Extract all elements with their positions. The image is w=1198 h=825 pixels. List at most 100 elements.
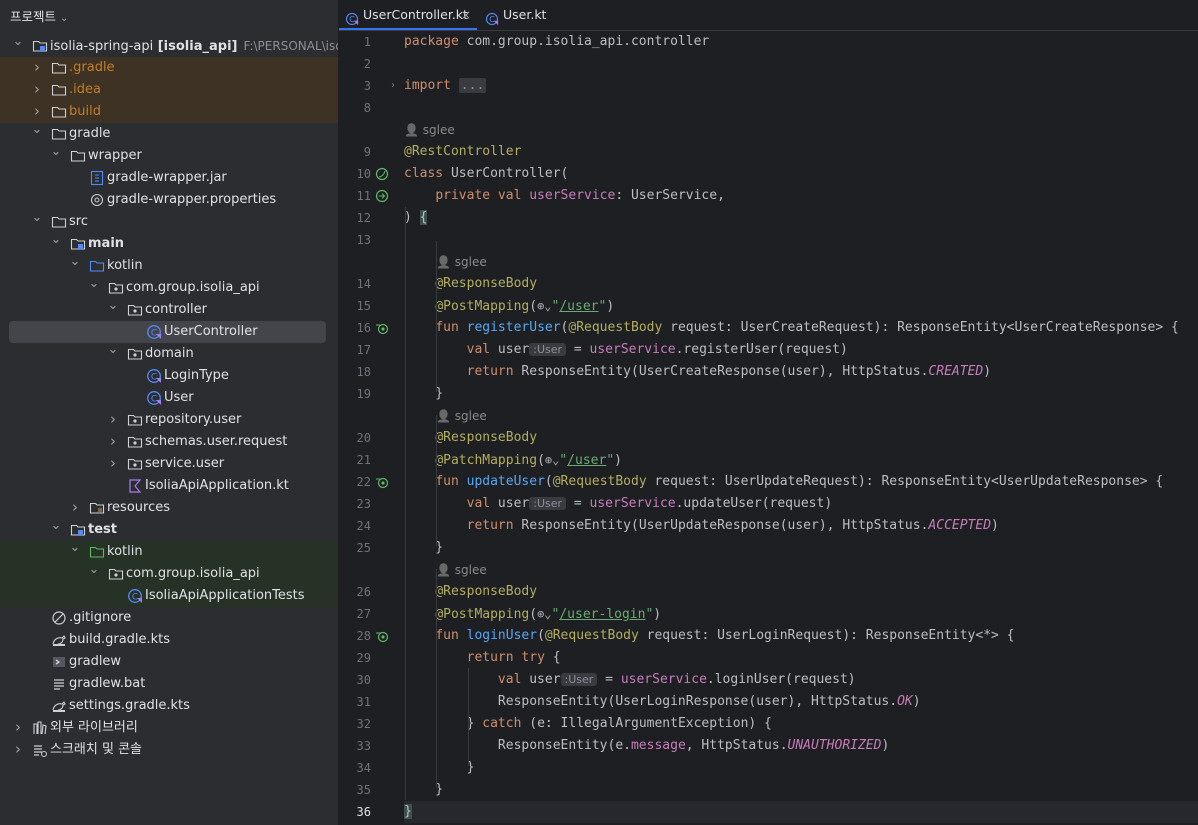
chevron-right-icon[interactable]: › [107, 408, 119, 430]
code-line[interactable]: fun updateUser(@RequestBody request: Use… [404, 471, 1163, 493]
code-line[interactable]: val user:User = userService.loginUser(re… [404, 669, 856, 691]
chevron-right-icon[interactable]: › [31, 78, 43, 100]
tree-item-kotlin[interactable]: ⌄ kotlin [0, 540, 338, 563]
code-line[interactable]: package com.group.isolia_api.controller [404, 31, 709, 53]
tree-item-label: src [69, 211, 88, 233]
tree-item-repository-user[interactable]: › repository.user [0, 409, 338, 431]
tree-item-text: service.user [145, 456, 225, 471]
code-line[interactable]: import ... [404, 75, 487, 97]
code-area[interactable]: package com.group.isolia_api.controlleri… [404, 30, 1198, 825]
chevron-down-icon[interactable]: ⌄ [31, 119, 43, 141]
tree-item-kotlin[interactable]: ⌄ kotlin [0, 254, 338, 277]
code-line[interactable]: @PatchMapping(⊕⌄"/user") [404, 449, 622, 471]
code-line[interactable]: @RestController [404, 141, 521, 163]
tree-item-스크래치-및-콘솔[interactable]: › 스크래치 및 콘솔 [0, 739, 338, 761]
tree-item-com-group-isolia-api[interactable]: ⌄ com.group.isolia_api [0, 276, 338, 299]
code-line[interactable]: ResponseEntity(UserLoginResponse(user), … [404, 691, 921, 713]
module-name: [isolia_api] [153, 39, 238, 54]
tree-item-logintype[interactable]: C LoginType [0, 365, 338, 387]
chevron-down-icon[interactable]: ⌄ [107, 295, 119, 317]
tree-item-gradle-wrapper-properties[interactable]: gradle-wrapper.properties [0, 189, 338, 211]
injection-icon[interactable] [375, 189, 389, 203]
project-panel-title[interactable]: 프로젝트 ⌄ [10, 6, 68, 25]
code-line[interactable]: private val userService: UserService, [404, 185, 725, 207]
tab-user-kt[interactable]: C User.kt [479, 0, 559, 30]
tree-item-user[interactable]: C User [0, 387, 338, 409]
chevron-down-icon[interactable]: ⌄ [88, 273, 100, 295]
tree-item-controller[interactable]: ⌄ controller [0, 298, 338, 321]
code-line[interactable]: return ResponseEntity(UserUpdateResponse… [404, 515, 999, 537]
code-line[interactable]: ) { [404, 207, 428, 229]
tree-item-isoliaapiapplicationtests[interactable]: C IsoliaApiApplicationTests [0, 585, 338, 607]
close-icon[interactable]: × [461, 0, 471, 30]
code-line[interactable]: ResponseEntity(e.message, HttpStatus.UNA… [404, 735, 889, 757]
tree-item-idea[interactable]: › .idea [0, 79, 338, 101]
tree-item-schemas-user-request[interactable]: › schemas.user.request [0, 431, 338, 453]
tree-item-com-group-isolia-api[interactable]: ⌄ com.group.isolia_api [0, 562, 338, 585]
code-line[interactable]: val user:User = userService.registerUser… [404, 339, 848, 361]
code-line[interactable]: class UserController( [404, 163, 568, 185]
endpoint-icon[interactable] [375, 321, 389, 335]
endpoint-icon[interactable] [375, 629, 389, 643]
code-author-hint[interactable]: 👤 sglee [404, 120, 455, 140]
tree-item-main[interactable]: ⌄ main [0, 232, 338, 255]
chevron-right-icon[interactable]: › [69, 496, 81, 518]
tree-item-wrapper[interactable]: ⌄ wrapper [0, 144, 338, 167]
tree-item-gradle[interactable]: › .gradle [0, 57, 338, 79]
tree-item-test[interactable]: ⌄ test [0, 518, 338, 541]
code-line[interactable]: fun registerUser(@RequestBody request: U… [404, 317, 1179, 339]
code-line[interactable]: } [404, 757, 475, 779]
tree-item-gradle-wrapper-jar[interactable]: gradle-wrapper.jar [0, 167, 338, 189]
code-line[interactable]: return ResponseEntity(UserCreateResponse… [404, 361, 991, 383]
code-line[interactable]: @ResponseBody [404, 427, 537, 449]
chevron-down-icon[interactable]: ⌄ [12, 31, 24, 53]
tree-item-isoliaapiapplication-kt[interactable]: IsoliaApiApplication.kt [0, 475, 338, 497]
code-line[interactable]: @ResponseBody [404, 581, 537, 603]
tab-label: UserController.kt [363, 7, 468, 22]
chevron-down-icon[interactable]: ⌄ [88, 559, 100, 581]
code-line[interactable]: } catch (e: IllegalArgumentException) { [404, 713, 772, 735]
chevron-down-icon[interactable]: ⌄ [50, 515, 62, 537]
tree-item-isolia-spring-api[interactable]: ⌄ isolia-spring-api [isolia_api] F:\PERSON… [0, 34, 338, 57]
code-line[interactable]: @PostMapping(⊕⌄"/user-login") [404, 603, 661, 625]
chevron-down-icon[interactable]: ⌄ [60, 13, 68, 24]
tree-item-settings-gradle-kts[interactable]: settings.gradle.kts [0, 695, 338, 717]
line-number: 30 [356, 673, 371, 687]
chevron-down-icon[interactable]: ⌄ [50, 141, 62, 163]
tree-item-build-gradle-kts[interactable]: build.gradle.kts [0, 629, 338, 651]
tree-item-외부-라이브러리[interactable]: › 외부 라이브러리 [0, 717, 338, 739]
chevron-right-icon[interactable]: › [12, 716, 24, 738]
bean-icon[interactable] [375, 167, 389, 181]
fold-arrow-icon[interactable]: › [391, 79, 399, 93]
chevron-right-icon[interactable]: › [107, 452, 119, 474]
code-line[interactable]: return try { [404, 647, 561, 669]
chevron-down-icon[interactable]: ⌄ [69, 537, 81, 559]
code-line[interactable]: } [404, 801, 412, 823]
chevron-down-icon[interactable]: ⌄ [31, 207, 43, 229]
code-author-hint[interactable]: 👤 sglee [436, 252, 487, 272]
tree-item-usercontroller[interactable]: C UserController [0, 321, 338, 343]
tree-item-gradlew-bat[interactable]: gradlew.bat [0, 673, 338, 695]
chevron-down-icon[interactable]: ⌄ [107, 339, 119, 361]
tree-item-build[interactable]: › build [0, 101, 338, 123]
code-line[interactable]: fun loginUser(@RequestBody request: User… [404, 625, 1014, 647]
chevron-down-icon[interactable]: ⌄ [69, 251, 81, 273]
code-author-hint[interactable]: 👤 sglee [436, 560, 487, 580]
code-line[interactable]: @ResponseBody [404, 273, 537, 295]
endpoint-icon[interactable] [375, 475, 389, 489]
chevron-right-icon[interactable]: › [107, 430, 119, 452]
code-author-hint[interactable]: 👤 sglee [436, 406, 487, 426]
code-line[interactable]: } [404, 383, 443, 405]
tree-item-gitignore[interactable]: .gitignore [0, 607, 338, 629]
tree-item-domain[interactable]: ⌄ domain [0, 342, 338, 365]
tab-usercontroller-kt[interactable]: C UserController.kt × [339, 0, 477, 30]
chevron-down-icon[interactable]: ⌄ [50, 229, 62, 251]
chevron-right-icon[interactable]: › [12, 738, 24, 760]
code-line[interactable]: val user:User = userService.updateUser(r… [404, 493, 833, 515]
code-line[interactable]: } [404, 779, 443, 801]
project-panel: 프로젝트 ⌄ ⌄ isolia-spring-api [isolia_api] F:\… [0, 0, 339, 825]
tree-item-gradlew[interactable]: gradlew [0, 651, 338, 673]
code-line[interactable]: } [404, 537, 443, 559]
chevron-right-icon[interactable]: › [31, 56, 43, 78]
tree-item-service-user[interactable]: › service.user [0, 453, 338, 475]
